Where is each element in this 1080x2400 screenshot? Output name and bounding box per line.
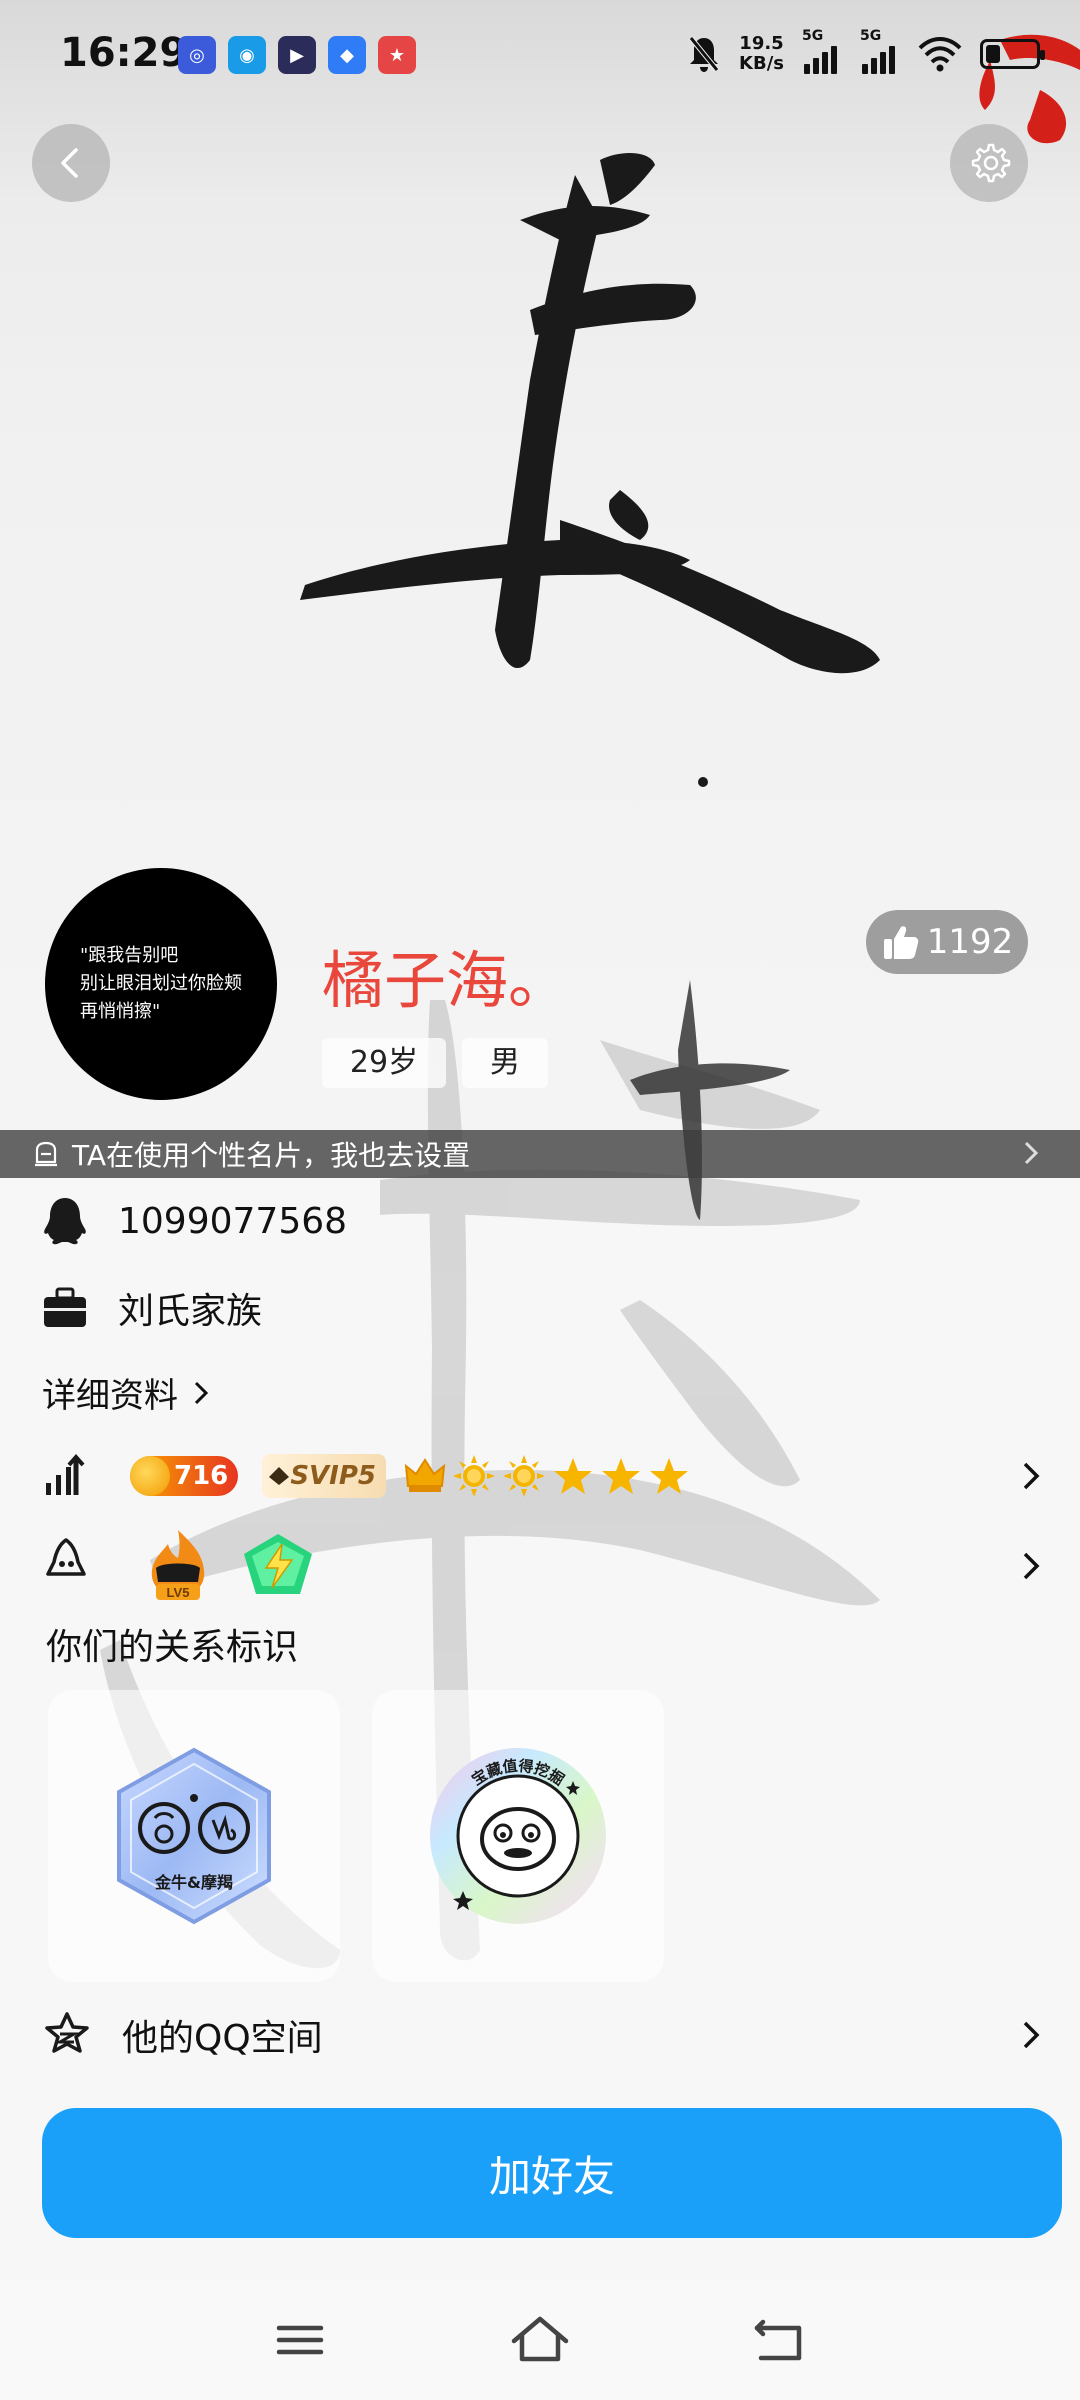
avatar[interactable]: "跟我告别吧 别让眼泪划过你脸颊 再悄悄擦": [45, 868, 277, 1100]
app-icon-5: ★: [378, 36, 416, 74]
thumbs-up-icon: [883, 926, 918, 959]
penguin-icon: [44, 1198, 86, 1245]
nav-home-button[interactable]: [500, 2310, 580, 2370]
relationship-card-zodiac[interactable]: 金牛&摩羯: [48, 1690, 340, 1982]
gender-chip: 男: [462, 1038, 548, 1088]
svip-icon: [269, 1467, 289, 1485]
battery-icon: [980, 39, 1045, 69]
signal-icon-1: 5G: [802, 28, 842, 74]
chevron-right-icon: [1023, 2021, 1040, 2049]
gear-icon: [971, 143, 1011, 183]
status-indicators: 19.5 KB/s 5G 5G: [687, 28, 1045, 74]
back-arrow-icon: [754, 2319, 802, 2361]
personal-card-banner[interactable]: TA在使用个性名片，我也去设置: [0, 1130, 1080, 1178]
chevron-right-icon: [194, 1381, 209, 1404]
group-row: 刘氏家族: [42, 1282, 262, 1334]
like-button[interactable]: 1192: [866, 910, 1028, 974]
svip-label: SVIP5: [290, 1461, 376, 1491]
status-time: 16:29: [60, 30, 188, 76]
chevron-right-icon: [1024, 1141, 1039, 1165]
signal-icon-2: 5G: [860, 28, 900, 74]
crown-icon: [404, 1458, 446, 1492]
lightning-gem-icon: [244, 1534, 312, 1594]
app-icon-1: ◎: [178, 36, 216, 74]
flame-level-icon: LV5: [151, 1530, 205, 1600]
level-badges-row[interactable]: 716 SVIP5: [42, 1446, 1046, 1506]
qq-level-icons: [404, 1454, 690, 1498]
qq-number: 1099077568: [118, 1200, 348, 1242]
detail-link[interactable]: 详细资料: [42, 1368, 214, 1417]
age-chip: 29岁: [322, 1038, 446, 1088]
zodiac-badge-label: 金牛&摩羯: [154, 1873, 233, 1892]
nav-menu-button[interactable]: [260, 2310, 340, 2370]
relationship-card-treasure[interactable]: 宝藏值得挖掘: [372, 1690, 664, 1982]
relationship-title: 你们的关系标识: [46, 1627, 299, 1668]
game-hat-icon: [46, 1538, 86, 1576]
chevron-right-icon: [1023, 1552, 1040, 1580]
like-count: 1192: [926, 922, 1014, 962]
home-icon: [511, 2316, 569, 2362]
app-icon-2: ◉: [228, 36, 266, 74]
qq-number-row: 1099077568: [42, 1196, 347, 1246]
coin-level-badge: 716: [130, 1456, 238, 1496]
sun-icon: [503, 1455, 545, 1497]
level-chart-icon: [46, 1453, 85, 1495]
game-badges-row[interactable]: LV5: [42, 1524, 1046, 1610]
group-name: 刘氏家族: [118, 1291, 263, 1332]
mute-bell-icon: [689, 36, 719, 72]
treasure-badge: 宝藏值得挖掘: [430, 1748, 606, 1924]
nickname: 橘子海。: [322, 944, 571, 1017]
chevron-right-icon: [1023, 1462, 1040, 1490]
wifi-icon: [918, 37, 962, 72]
network-speed: 19.5 KB/s: [739, 34, 784, 74]
settings-button[interactable]: [950, 124, 1028, 202]
network-speed-value: 19.5: [739, 33, 784, 54]
card-style-icon: [35, 1141, 57, 1167]
coin-level-value: 716: [174, 1461, 229, 1491]
star-icon: [602, 1458, 640, 1494]
detail-link-label: 详细资料: [42, 1376, 178, 1416]
menu-icon: [276, 2325, 324, 2355]
zodiac-badge: 金牛&摩羯: [117, 1747, 271, 1925]
svip-badge: SVIP5: [262, 1454, 386, 1498]
app-icon-3: ▶: [278, 36, 316, 74]
back-button[interactable]: [32, 124, 110, 202]
qzone-star-icon: [45, 2012, 89, 2053]
nav-back-button[interactable]: [740, 2310, 820, 2370]
banner-text: TA在使用个性名片，我也去设置: [72, 1139, 471, 1172]
star-icon: [554, 1458, 592, 1494]
avatar-text: "跟我告别吧 别让眼泪划过你脸颊 再悄悄擦": [80, 945, 242, 1022]
sun-icon: [453, 1455, 495, 1497]
star-icon: [650, 1458, 688, 1494]
chevron-left-icon: [61, 148, 78, 178]
network-speed-unit: KB/s: [739, 53, 784, 74]
briefcase-icon: [44, 1287, 86, 1327]
add-friend-button[interactable]: 加好友: [42, 2108, 1062, 2238]
signal-label-1: 5G: [802, 28, 824, 44]
system-nav-bar: [0, 2280, 1080, 2400]
qzone-row[interactable]: 他的QQ空间: [42, 2000, 1046, 2070]
game-level-label: LV5: [167, 1585, 190, 1600]
app-icon-4: ◆: [328, 36, 366, 74]
signal-label-2: 5G: [860, 28, 882, 44]
status-app-icons: ◎ ◉ ▶ ◆ ★: [178, 36, 416, 74]
status-bar: 16:29 ◎ ◉ ▶ ◆ ★ 19.5 KB/s 5G 5G: [0, 0, 1080, 110]
qzone-label: 他的QQ空间: [122, 2018, 323, 2059]
coin-icon: [130, 1456, 170, 1496]
